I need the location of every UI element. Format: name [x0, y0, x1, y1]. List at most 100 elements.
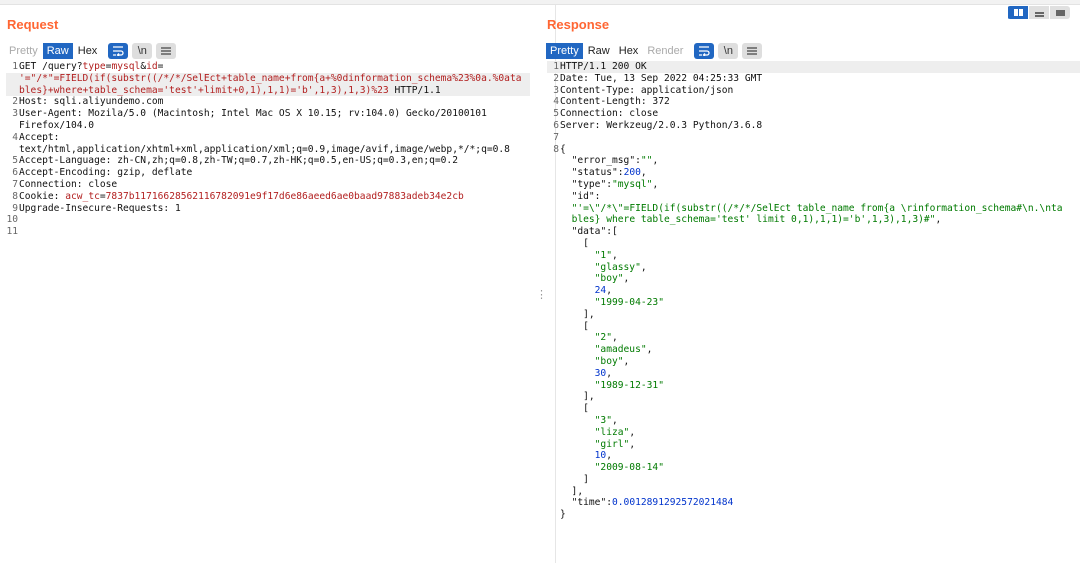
tab-raw[interactable]: Raw: [584, 43, 614, 59]
code-line: "status":200,: [547, 167, 1080, 179]
code-token: "liza": [594, 426, 630, 438]
menu-icon[interactable]: [742, 43, 763, 59]
code-line: ],: [547, 309, 1080, 321]
wrap-lines-icon[interactable]: [108, 43, 129, 59]
wrap-lines-icon[interactable]: [694, 43, 715, 59]
code-line: 4Accept:: [6, 132, 530, 144]
code-line: "time":0.0012891292572021484: [547, 497, 1080, 509]
code-token: [: [560, 320, 589, 332]
code-token: ,: [611, 332, 618, 344]
code-line: 10: [6, 214, 530, 226]
code-token: Content-Type: application/json: [560, 84, 734, 96]
code-line: 5Accept-Language: zh-CN,zh;q=0.8,zh-TW;q…: [6, 155, 530, 167]
code-token: Upgrade-Insecure-Requests: 1: [19, 202, 181, 214]
code-line: "type":"mysql",: [547, 179, 1080, 191]
code-token: :: [594, 190, 601, 202]
line-number: 6: [553, 119, 559, 131]
code-line: 4Content-Length: 372: [547, 96, 1080, 108]
code-token: bles} where table_schema='test' limit 0,…: [571, 214, 936, 226]
code-token: "1999-04-23": [594, 296, 664, 308]
code-token: Server: Werkzeug/2.0.3 Python/3.6.8: [560, 119, 763, 131]
code-line: "2009-08-14": [547, 462, 1080, 474]
code-token: "": [640, 155, 653, 167]
code-line: 6Accept-Encoding: gzip, deflate: [6, 167, 530, 179]
line-number: 7: [12, 178, 18, 190]
tab-raw[interactable]: Raw: [42, 43, 73, 59]
code-line: bles} where table_schema='test' limit 0,…: [547, 214, 1080, 226]
code-token: '="/*"=FIELD(if(substr((/*/*/SelEct+tabl…: [19, 72, 522, 84]
code-token: "data": [571, 226, 607, 238]
newline-icon[interactable]: \n: [132, 43, 153, 59]
code-token: ,: [640, 261, 647, 273]
code-token: [: [560, 403, 589, 415]
tab-pretty[interactable]: Pretty: [546, 43, 583, 59]
code-token: bles}+where+table_schema='test'+limit+0,…: [19, 84, 389, 96]
line-number: 10: [6, 214, 18, 226]
line-number: 7: [553, 131, 559, 143]
code-line: bles}+where+table_schema='test'+limit+0,…: [6, 84, 530, 97]
code-token: User-Agent: Mozila/5.0 (Macintosh; Intel…: [19, 108, 487, 120]
code-token: "time": [571, 497, 607, 509]
code-line: 11: [6, 226, 530, 238]
code-line: "1999-04-23": [547, 297, 1080, 309]
response-pane: Response Pretty Raw Hex Render \n 1HTTP/…: [541, 5, 1080, 563]
code-line: "amadeus",: [547, 344, 1080, 356]
tab-pretty[interactable]: Pretty: [5, 43, 42, 59]
code-line: 8Cookie: acw_tc=7837b1171662856211678209…: [6, 191, 530, 203]
code-token: ,: [646, 344, 653, 356]
code-line: "error_msg":"",: [547, 155, 1080, 167]
code-token: HTTP/1.1 200 OK: [560, 61, 647, 72]
code-token: 7837b11716628562116782091e9f17d6e86aeed6…: [105, 190, 464, 202]
code-token: "glassy": [594, 261, 641, 273]
code-token: "mysql": [612, 178, 653, 190]
code-token: }: [560, 509, 566, 521]
newline-icon[interactable]: \n: [718, 43, 739, 59]
code-token: Host: sqli.aliyundemo.com: [19, 96, 164, 108]
request-pane: Request Pretty Raw Hex \n 1GET /query?ty…: [0, 5, 530, 563]
line-number: 4: [553, 96, 559, 108]
menu-icon[interactable]: [156, 43, 177, 59]
code-token: 200: [623, 167, 641, 179]
line-number: 8: [553, 143, 559, 155]
code-token: {: [560, 143, 566, 155]
line-number: 1: [553, 61, 559, 72]
code-line: text/html,application/xhtml+xml,applicat…: [6, 144, 530, 156]
code-token: Content-Length: 372: [560, 96, 670, 108]
code-token: "boy": [594, 273, 624, 285]
line-number: 1: [12, 61, 18, 72]
tab-render[interactable]: Render: [643, 43, 687, 59]
tab-hex[interactable]: Hex: [615, 43, 643, 59]
response-editor[interactable]: 1HTTP/1.1 200 OK 2Date: Tue, 13 Sep 2022 …: [547, 61, 1080, 521]
line-number: 8: [12, 190, 18, 202]
code-token: 0.0012891292572021484: [612, 497, 734, 509]
code-line: [: [547, 403, 1080, 415]
code-token: ,: [611, 414, 618, 426]
code-line: 5Connection: close: [547, 108, 1080, 120]
request-editor[interactable]: 1GET /query?type=mysql&id= '="/*"=FIELD(i…: [6, 61, 530, 238]
code-token: ,: [640, 167, 647, 179]
code-token: ,: [629, 426, 636, 438]
code-line: "girl",: [547, 439, 1080, 451]
code-line: ],: [547, 391, 1080, 403]
code-token: ,: [935, 214, 942, 226]
code-token: "2": [594, 332, 612, 344]
code-token: Connection: close: [19, 178, 118, 190]
code-line: [: [547, 238, 1080, 250]
code-line: ],: [547, 486, 1080, 498]
line-number: 2: [553, 72, 559, 84]
tab-hex[interactable]: Hex: [74, 43, 102, 59]
pane-resize-handle[interactable]: ⋮: [536, 290, 547, 301]
code-token: ],: [560, 485, 584, 497]
code-line: '="/*"=FIELD(if(substr((/*/*/SelEct+tabl…: [6, 72, 530, 85]
